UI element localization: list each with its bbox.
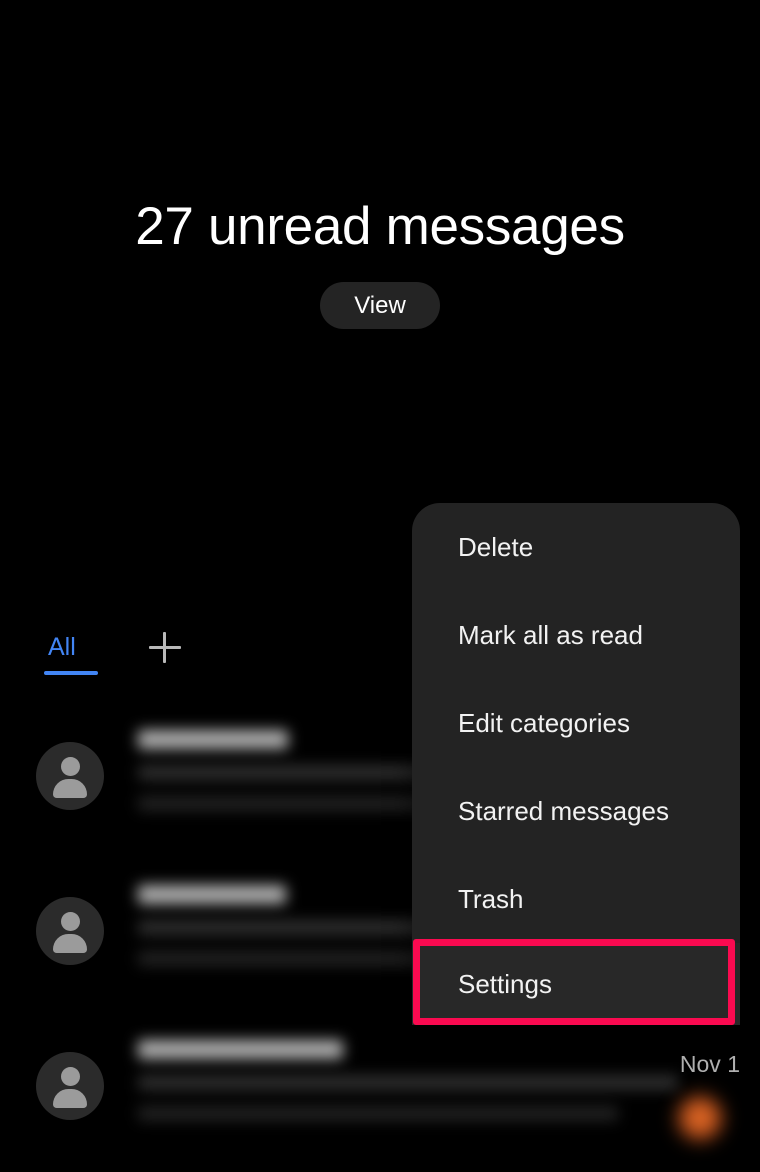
person-icon-body (53, 934, 87, 953)
unread-count-title: 27 unread messages (135, 197, 625, 256)
add-category-icon[interactable] (146, 628, 184, 666)
tab-active-indicator (44, 671, 98, 675)
preview-line-redacted (138, 1075, 678, 1090)
person-icon (60, 912, 80, 931)
menu-item-edit-categories[interactable]: Edit categories (412, 679, 740, 767)
menu-item-starred-messages[interactable]: Starred messages (412, 767, 740, 855)
tab-all[interactable]: All (46, 630, 78, 676)
sender-name-redacted (138, 730, 288, 749)
message-content-redacted (138, 1040, 698, 1121)
menu-item-mark-all-as-read[interactable]: Mark all as read (412, 591, 740, 679)
menu-item-settings[interactable]: Settings (412, 943, 740, 1025)
overflow-menu: Delete Mark all as read Edit categories … (412, 503, 740, 1025)
menu-item-delete[interactable]: Delete (412, 503, 740, 591)
person-icon (60, 757, 80, 776)
person-icon-body (53, 779, 87, 798)
sender-name-redacted (138, 885, 286, 904)
sender-name-redacted (138, 1040, 343, 1059)
view-button[interactable]: View (320, 282, 440, 329)
person-icon-body (53, 1089, 87, 1108)
message-date: Nov 1 (679, 1051, 740, 1077)
person-icon (60, 1067, 80, 1086)
avatar (36, 897, 104, 965)
menu-item-trash[interactable]: Trash (412, 855, 740, 943)
unread-banner: 27 unread messages View (0, 196, 760, 329)
messages-app-screen: 27 unread messages View All Nov 1 Delete… (0, 0, 760, 1172)
status-orb-blurred (674, 1092, 726, 1144)
avatar (36, 742, 104, 810)
message-list-item[interactable]: Nov 1 (0, 1022, 760, 1172)
preview-line-redacted (138, 1106, 618, 1121)
avatar (36, 1052, 104, 1120)
